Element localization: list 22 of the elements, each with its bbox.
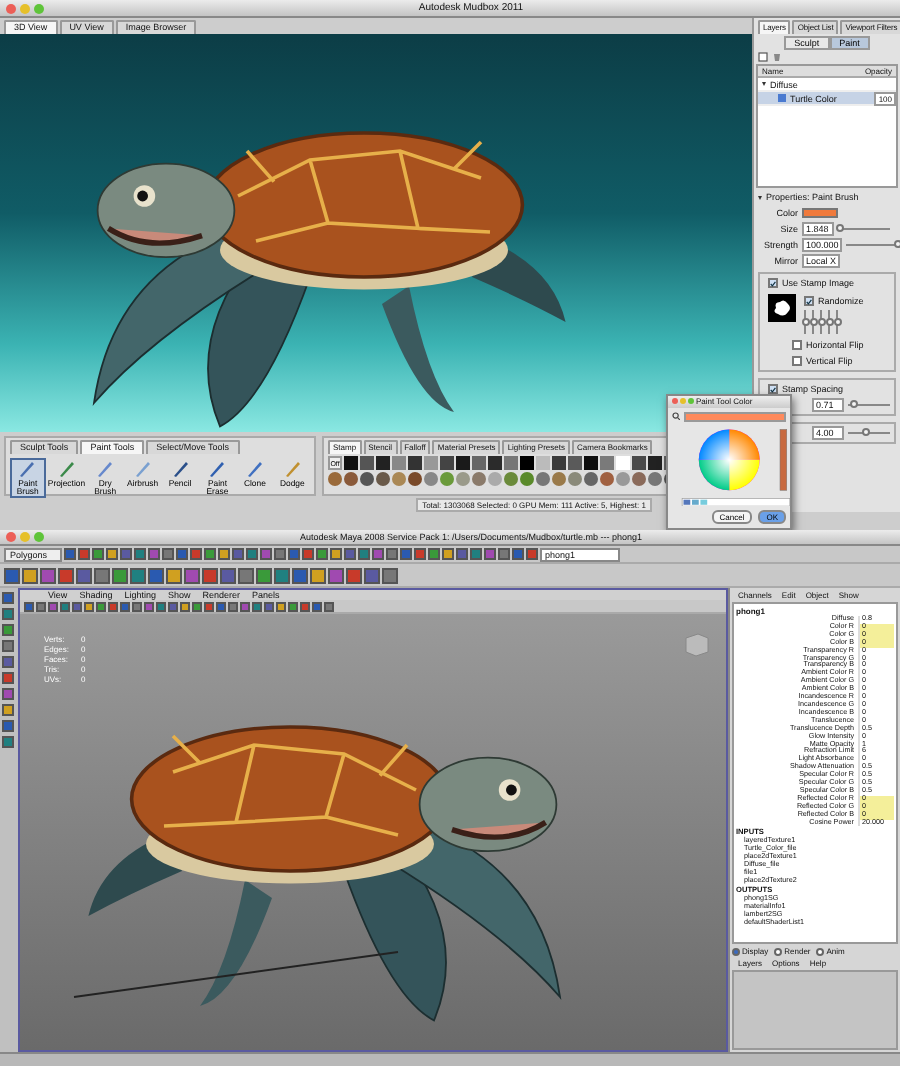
slider-thumb[interactable] (862, 428, 871, 436)
brush-icon (57, 460, 76, 479)
new-layer-icon[interactable] (758, 52, 768, 62)
slider-thumb[interactable] (836, 224, 845, 232)
magnifier-icon[interactable] (672, 412, 680, 421)
checkbox[interactable] (792, 340, 802, 350)
color-swatch[interactable] (802, 208, 838, 218)
expand-arrow-icon[interactable] (758, 195, 762, 199)
checkbox[interactable] (768, 384, 778, 394)
slider-thumb[interactable] (825, 318, 833, 326)
checkbox[interactable] (792, 356, 802, 366)
checkbox[interactable] (804, 296, 814, 306)
slider-thumb[interactable] (801, 318, 809, 326)
slider-thumb[interactable] (833, 318, 841, 326)
slider-thumb[interactable] (817, 318, 825, 326)
paint-layer-icon (778, 94, 786, 102)
expand-arrow-icon[interactable] (762, 82, 766, 86)
slider-thumb[interactable] (850, 400, 859, 408)
slider-thumb[interactable] (809, 318, 817, 326)
slider-thumb[interactable] (894, 240, 900, 248)
checkbox[interactable] (768, 278, 778, 288)
brush-icon (18, 460, 37, 479)
